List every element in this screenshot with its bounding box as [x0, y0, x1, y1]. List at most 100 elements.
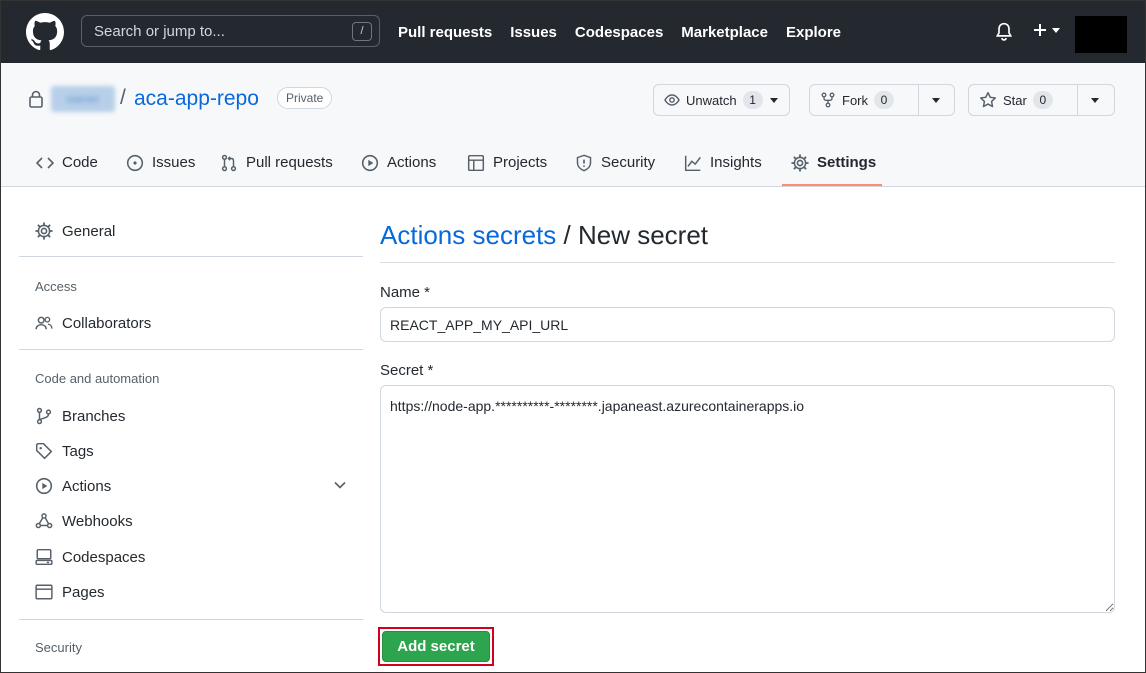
notifications-bell-icon[interactable] [995, 22, 1013, 42]
star-label: Star [1003, 92, 1027, 108]
fork-button-group: Fork 0 [809, 84, 955, 116]
tab-issues[interactable]: Issues [126, 139, 195, 186]
sidebar-item-general[interactable]: General [35, 217, 347, 245]
gear-icon [35, 222, 53, 240]
nav-pull-requests[interactable]: Pull requests [398, 24, 492, 41]
tab-actions-label: Actions [387, 154, 437, 171]
nav-explore[interactable]: Explore [786, 24, 841, 41]
repo-owner-link[interactable]: owner [51, 86, 115, 112]
tab-issues-label: Issues [152, 154, 196, 171]
secret-name-input[interactable] [380, 307, 1115, 342]
star-dropdown-button[interactable] [1077, 85, 1112, 115]
shield-icon [576, 154, 592, 171]
tab-insights-label: Insights [710, 154, 762, 171]
watch-count: 1 [742, 91, 763, 109]
sidebar-item-actions[interactable]: Actions [35, 472, 347, 500]
nav-codespaces[interactable]: Codespaces [575, 24, 663, 41]
repo-forked-icon [821, 92, 835, 108]
sidebar-item-codespaces[interactable]: Codespaces [35, 543, 347, 571]
sidebar-item-label: Pages [62, 583, 105, 601]
create-new-menu[interactable] [1032, 22, 1061, 38]
sidebar-divider [19, 619, 363, 620]
eye-icon [664, 94, 680, 106]
sidebar-item-label: General [62, 222, 116, 240]
sidebar-item-label: Tags [62, 442, 94, 460]
add-secret-highlight: Add secret [378, 627, 494, 666]
tab-pull-requests-label: Pull requests [246, 154, 333, 171]
active-tab-indicator [782, 184, 882, 186]
browser-icon [35, 584, 53, 600]
global-header: Search or jump to... / Pull requests Iss… [1, 1, 1145, 63]
sidebar-item-label: Actions [62, 477, 112, 495]
play-icon [361, 154, 379, 171]
sidebar-item-branches[interactable]: Branches [35, 402, 347, 430]
caret-down-icon [769, 98, 778, 103]
repo-path-separator: / [120, 86, 126, 109]
sidebar-heading-security: Security [35, 640, 82, 655]
tab-security[interactable]: Security [575, 139, 655, 186]
nav-marketplace[interactable]: Marketplace [681, 24, 768, 41]
tab-pull-requests[interactable]: Pull requests [220, 139, 333, 186]
fork-button[interactable]: Fork 0 [810, 85, 918, 115]
sidebar-heading-code-automation: Code and automation [35, 371, 160, 386]
chevron-down-icon[interactable] [333, 478, 347, 492]
global-nav: Pull requests Issues Codespaces Marketpl… [398, 1, 841, 63]
star-button[interactable]: Star 0 [969, 85, 1077, 115]
tab-security-label: Security [601, 154, 656, 171]
visibility-badge: Private [277, 87, 333, 109]
sidebar-item-webhooks[interactable]: Webhooks [35, 507, 347, 535]
sidebar-item-tags[interactable]: Tags [35, 437, 347, 465]
watch-button-group: Unwatch 1 [653, 84, 790, 116]
tab-projects-label: Projects [493, 154, 548, 171]
search-shortcut-key: / [352, 22, 372, 41]
git-branch-icon [36, 407, 52, 425]
tag-icon [35, 442, 53, 460]
caret-down-icon [1052, 28, 1060, 33]
breadcrumb-actions-secrets-link[interactable]: Actions secrets [380, 220, 556, 250]
play-icon [35, 477, 53, 495]
tab-code[interactable]: Code [36, 139, 98, 186]
star-button-group: Star 0 [968, 84, 1115, 116]
star-icon [979, 91, 997, 108]
fork-count: 0 [874, 91, 894, 109]
issue-opened-icon [126, 154, 144, 171]
breadcrumb-current: / New secret [556, 220, 709, 250]
caret-down-icon [932, 98, 940, 103]
search-input[interactable]: Search or jump to... / [81, 15, 380, 47]
star-count: 0 [1032, 91, 1053, 109]
add-secret-button[interactable]: Add secret [382, 631, 490, 662]
tab-insights[interactable]: Insights [684, 139, 762, 186]
tab-code-label: Code [62, 154, 98, 171]
repo-name-link[interactable]: aca-app-repo [134, 87, 259, 111]
gear-icon [791, 153, 809, 172]
webhook-icon [35, 513, 53, 529]
user-avatar[interactable] [1075, 16, 1127, 53]
sidebar-item-label: Codespaces [62, 548, 146, 566]
table-icon [467, 154, 485, 171]
sidebar-item-collaborators[interactable]: Collaborators [35, 309, 347, 337]
sidebar-item-label: Branches [62, 407, 126, 425]
secret-value-textarea[interactable]: https://node-app.**********-********.jap… [380, 385, 1115, 613]
fork-dropdown-button[interactable] [918, 85, 953, 115]
repo-tabs: Code Issues Pull requests Actions Projec… [1, 139, 1145, 187]
title-divider [380, 262, 1115, 263]
sidebar-divider [19, 349, 363, 350]
git-pull-request-icon [221, 154, 237, 171]
caret-down-icon [1091, 98, 1099, 103]
nav-issues[interactable]: Issues [510, 24, 557, 41]
tab-actions[interactable]: Actions [361, 139, 436, 186]
unwatch-button[interactable]: Unwatch 1 [654, 85, 789, 115]
sidebar-item-label: Collaborators [62, 314, 152, 332]
secret-field-label: Secret * [380, 362, 434, 379]
tab-settings[interactable]: Settings [791, 139, 876, 186]
codespaces-icon [35, 548, 53, 566]
github-logo-icon[interactable] [26, 13, 64, 51]
sidebar-item-pages[interactable]: Pages [35, 578, 347, 606]
search-placeholder: Search or jump to... [94, 22, 225, 40]
lock-icon [28, 90, 44, 108]
tab-projects[interactable]: Projects [467, 139, 547, 186]
page-title: Actions secrets / New secret [380, 220, 708, 251]
code-icon [36, 156, 54, 169]
sidebar-item-label: Webhooks [62, 512, 133, 530]
fork-label: Fork [842, 92, 868, 108]
